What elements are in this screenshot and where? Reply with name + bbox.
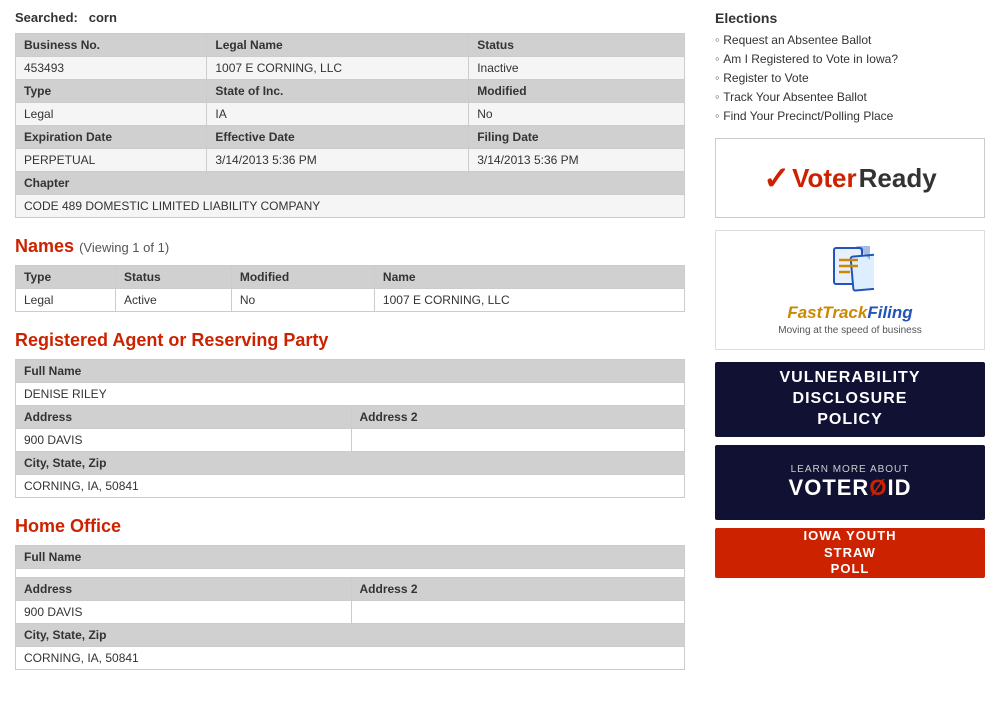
business-table: Business No. Legal Name Status 453493 10… [15, 33, 685, 218]
elections-section: Elections Request an Absentee Ballot Am … [715, 10, 985, 123]
elections-link-0[interactable]: Request an Absentee Ballot [723, 33, 871, 47]
col-status: Status [469, 34, 685, 57]
main-content: Searched: corn Business No. Legal Name S… [0, 0, 700, 692]
cell-legal-name: 1007 E CORNING, LLC [207, 57, 469, 80]
col-type: Type [16, 80, 207, 103]
cell-biz-no: 453493 [16, 57, 207, 80]
names-cell-modified: No [231, 289, 374, 312]
names-table: Type Status Modified Name Legal Active N… [15, 265, 685, 312]
home-address2-label: Address 2 [351, 578, 685, 601]
agent-address-value: 900 DAVIS [16, 429, 352, 452]
names-col-name: Name [374, 266, 684, 289]
agent-table: Full Name DENISE RILEY Address Address 2… [15, 359, 685, 498]
col-eff-date: Effective Date [207, 126, 469, 149]
home-city-state-zip-label: City, State, Zip [16, 624, 685, 647]
col-filing-date: Filing Date [469, 126, 685, 149]
elections-link-4[interactable]: Find Your Precinct/Polling Place [723, 109, 893, 123]
agent-full-name-label: Full Name [16, 360, 685, 383]
voter-ready-check-icon: ✓ [763, 159, 790, 197]
names-section-title: Names (Viewing 1 of 1) [15, 236, 685, 257]
cell-exp-date: PERPETUAL [16, 149, 207, 172]
agent-address-label: Address [16, 406, 352, 429]
col-legal-name: Legal Name [207, 34, 469, 57]
fast-track-track-text: Track [822, 303, 867, 322]
agent-address2-label: Address 2 [351, 406, 685, 429]
names-viewing: (Viewing 1 of 1) [79, 240, 169, 255]
voter-ready-voter-text: Voter [792, 163, 857, 194]
elections-title: Elections [715, 10, 985, 26]
col-state-of-inc: State of Inc. [207, 80, 469, 103]
voteroid-learn-text: LEARN MORE ABOUT [791, 464, 910, 475]
voter-ready-banner[interactable]: ✓ Voter Ready [715, 138, 985, 218]
home-full-name-value [16, 569, 685, 578]
vuln-banner[interactable]: VULNERABILITY DISCLOSURE POLICY [715, 362, 985, 437]
cell-type: Legal [16, 103, 207, 126]
col-modified: Modified [469, 80, 685, 103]
home-address-value: 900 DAVIS [16, 601, 352, 624]
home-city-state-zip-value: CORNING, IA, 50841 [16, 647, 685, 670]
elections-link-3[interactable]: Track Your Absentee Ballot [723, 90, 867, 104]
home-office-section-title: Home Office [15, 516, 685, 537]
searched-line: Searched: corn [15, 10, 685, 25]
fast-track-title: FastTrackFiling [787, 303, 912, 323]
home-address-label: Address [16, 578, 352, 601]
agent-address2-value [351, 429, 685, 452]
fast-track-fast-text: Fast [787, 303, 822, 322]
home-full-name-label: Full Name [16, 546, 685, 569]
cell-status: Inactive [469, 57, 685, 80]
voteroid-banner[interactable]: LEARN MORE ABOUT VOTERØID [715, 445, 985, 520]
voteroid-title: VOTERØID [789, 475, 912, 501]
col-chapter: Chapter [16, 172, 685, 195]
searched-term: corn [89, 10, 117, 25]
fast-track-icon [826, 244, 874, 301]
list-item[interactable]: Find Your Precinct/Polling Place [715, 108, 985, 123]
names-col-modified: Modified [231, 266, 374, 289]
searched-label: Searched: [15, 10, 78, 25]
home-office-table: Full Name Address Address 2 900 DAVIS Ci… [15, 545, 685, 670]
cell-chapter: CODE 489 DOMESTIC LIMITED LIABILITY COMP… [16, 195, 685, 218]
list-item[interactable]: Am I Registered to Vote in Iowa? [715, 51, 985, 66]
straw-poll-banner[interactable]: IOWA YOUTH STRAW POLL [715, 528, 985, 578]
col-exp-date: Expiration Date [16, 126, 207, 149]
fast-track-banner[interactable]: FastTrackFiling Moving at the speed of b… [715, 230, 985, 350]
list-item[interactable]: Register to Vote [715, 70, 985, 85]
agent-city-state-zip-value: CORNING, IA, 50841 [16, 475, 685, 498]
elections-list: Request an Absentee Ballot Am I Register… [715, 32, 985, 123]
cell-filing-date: 3/14/2013 5:36 PM [469, 149, 685, 172]
names-col-status: Status [116, 266, 232, 289]
vuln-text: VULNERABILITY DISCLOSURE POLICY [780, 368, 921, 430]
voter-ready-ready-text: Ready [859, 163, 937, 194]
cell-eff-date: 3/14/2013 5:36 PM [207, 149, 469, 172]
straw-poll-text: IOWA YOUTH STRAW POLL [803, 528, 896, 579]
fast-track-filing-text: Filing [867, 303, 912, 322]
list-item[interactable]: Track Your Absentee Ballot [715, 89, 985, 104]
sidebar: Elections Request an Absentee Ballot Am … [700, 0, 1000, 692]
cell-state-of-inc: IA [207, 103, 469, 126]
names-cell-name: 1007 E CORNING, LLC [374, 289, 684, 312]
col-biz-no: Business No. [16, 34, 207, 57]
agent-city-state-zip-label: City, State, Zip [16, 452, 685, 475]
agent-full-name-value: DENISE RILEY [16, 383, 685, 406]
names-cell-type: Legal [16, 289, 116, 312]
names-col-type: Type [16, 266, 116, 289]
home-address2-value [351, 601, 685, 624]
cell-modified: No [469, 103, 685, 126]
names-cell-status: Active [116, 289, 232, 312]
fast-track-subtitle: Moving at the speed of business [778, 325, 921, 336]
agent-section-title: Registered Agent or Reserving Party [15, 330, 685, 351]
list-item[interactable]: Request an Absentee Ballot [715, 32, 985, 47]
elections-link-1[interactable]: Am I Registered to Vote in Iowa? [723, 52, 898, 66]
voter-ready-logo: ✓ Voter Ready [763, 159, 936, 197]
elections-link-2[interactable]: Register to Vote [723, 71, 808, 85]
